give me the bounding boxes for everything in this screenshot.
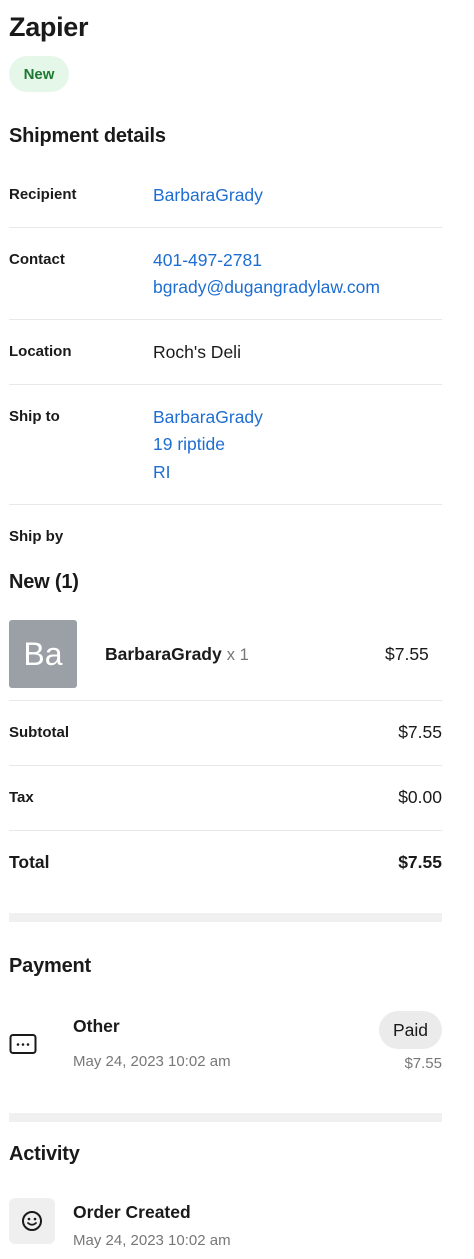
payment-heading: Payment — [9, 955, 91, 977]
location-value: Roch's Deli — [153, 342, 241, 362]
activity-event-date: May 24, 2023 10:02 am — [73, 1232, 231, 1249]
contact-phone-link[interactable]: 401-497-2781 — [153, 247, 262, 275]
recipient-label: Recipient — [9, 186, 77, 203]
smiley-icon — [9, 1198, 55, 1244]
recipient-link[interactable]: BarbaraGrady — [153, 182, 263, 210]
status-badge: New — [9, 56, 69, 92]
divider — [9, 700, 442, 701]
divider — [9, 227, 442, 228]
activity-event-title: Order Created — [73, 1202, 191, 1222]
shipment-details-heading: Shipment details — [9, 125, 166, 147]
divider — [9, 765, 442, 766]
contact-label: Contact — [9, 251, 65, 268]
ship-to-street-link[interactable]: 19 riptide — [153, 431, 225, 459]
activity-heading: Activity — [9, 1143, 80, 1165]
subtotal-label: Subtotal — [9, 724, 69, 741]
item-price: $7.55 — [385, 644, 429, 664]
item-quantity: x 1 — [226, 646, 249, 664]
tax-label: Tax — [9, 789, 34, 806]
payment-status-badge: Paid — [379, 1011, 442, 1049]
total-value: $7.55 — [398, 852, 442, 872]
tax-value: $0.00 — [398, 787, 442, 807]
payment-amount: $7.55 — [404, 1055, 442, 1072]
ship-to-label: Ship to — [9, 408, 60, 425]
payment-date: May 24, 2023 10:02 am — [73, 1053, 231, 1070]
ship-by-label: Ship by — [9, 528, 64, 545]
item-name-text: BarbaraGrady — [105, 644, 222, 664]
contact-email-link[interactable]: bgrady@dugangradylaw.com — [153, 274, 380, 302]
item-thumbnail: Ba — [9, 620, 77, 688]
ship-to-name-link[interactable]: BarbaraGrady — [153, 404, 263, 432]
payment-method: Other — [73, 1016, 120, 1036]
items-heading: New (1) — [9, 571, 79, 593]
divider — [9, 830, 442, 831]
location-label: Location — [9, 343, 72, 360]
divider — [9, 504, 442, 505]
card-dots-icon — [9, 1030, 37, 1058]
section-separator — [9, 1113, 442, 1122]
ship-to-state-link[interactable]: RI — [153, 459, 171, 487]
section-separator — [9, 913, 442, 922]
divider — [9, 319, 442, 320]
divider — [9, 384, 442, 385]
subtotal-value: $7.55 — [398, 722, 442, 742]
page-title: Zapier — [9, 12, 89, 42]
item-name: BarbaraGrady x 1 — [105, 644, 249, 665]
total-label: Total — [9, 852, 50, 872]
